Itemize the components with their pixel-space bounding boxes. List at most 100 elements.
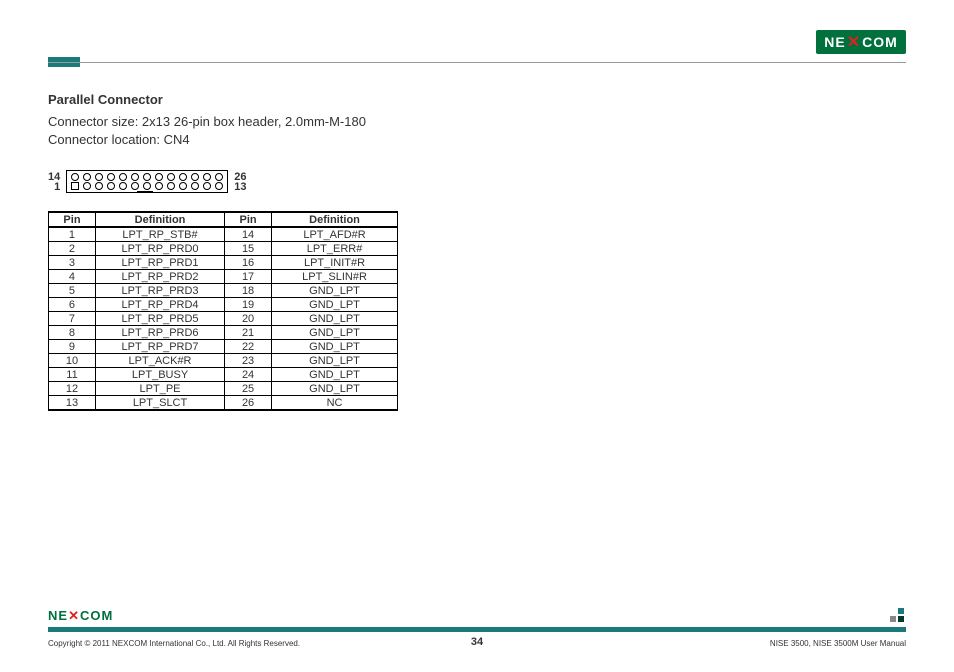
table-cell: LPT_RP_STB# [95, 227, 224, 242]
diagram-label-bottom-right: 13 [234, 182, 246, 192]
table-cell: 11 [49, 368, 96, 382]
table-cell: LPT_RP_PRD2 [95, 270, 224, 284]
table-cell: GND_LPT [272, 368, 398, 382]
header-rule [48, 62, 906, 63]
table-cell: 5 [49, 284, 96, 298]
table-cell: 4 [49, 270, 96, 284]
table-cell: 6 [49, 298, 96, 312]
section-title: Parallel Connector [48, 92, 906, 107]
table-cell: GND_LPT [272, 354, 398, 368]
table-cell: LPT_RP_PRD4 [95, 298, 224, 312]
footer-copyright: Copyright © 2011 NEXCOM International Co… [48, 639, 300, 648]
table-cell: LPT_ERR# [272, 242, 398, 256]
pin-icon [179, 173, 187, 181]
table-cell: LPT_BUSY [95, 368, 224, 382]
connector-location-line: Connector location: CN4 [48, 131, 906, 149]
table-cell: 24 [225, 368, 272, 382]
table-cell: 7 [49, 312, 96, 326]
table-cell: GND_LPT [272, 340, 398, 354]
pin-row-top [71, 173, 223, 181]
connector-box [66, 170, 228, 193]
table-cell: LPT_RP_PRD7 [95, 340, 224, 354]
table-cell: 20 [225, 312, 272, 326]
th-pin-right: Pin [225, 212, 272, 227]
pin-icon [131, 173, 139, 181]
table-row: 10LPT_ACK#R23GND_LPT [49, 354, 398, 368]
pin-icon [71, 173, 79, 181]
table-cell: 13 [49, 396, 96, 411]
table-cell: 19 [225, 298, 272, 312]
table-cell: 17 [225, 270, 272, 284]
table-row: 7LPT_RP_PRD520GND_LPT [49, 312, 398, 326]
pin-icon [191, 173, 199, 181]
table-cell: GND_LPT [272, 312, 398, 326]
table-row: 3LPT_RP_PRD116LPT_INIT#R [49, 256, 398, 270]
table-cell: LPT_SLCT [95, 396, 224, 411]
pin-icon [155, 182, 163, 190]
connector-diagram: 14 1 [48, 170, 906, 193]
table-cell: 26 [225, 396, 272, 411]
table-row: 2LPT_RP_PRD015LPT_ERR# [49, 242, 398, 256]
logo-x-icon: ✕ [68, 608, 80, 623]
table-cell: 18 [225, 284, 272, 298]
table-cell: 3 [49, 256, 96, 270]
table-cell: 12 [49, 382, 96, 396]
pin-icon [203, 173, 211, 181]
pin-icon [119, 173, 127, 181]
pin-icon [107, 182, 115, 190]
pin-icon [143, 173, 151, 181]
table-cell: LPT_AFD#R [272, 227, 398, 242]
th-pin-left: Pin [49, 212, 96, 227]
connector-size-line: Connector size: 2x13 26-pin box header, … [48, 113, 906, 131]
table-cell: 21 [225, 326, 272, 340]
table-row: 12LPT_PE25GND_LPT [49, 382, 398, 396]
table-row: 13LPT_SLCT26NC [49, 396, 398, 411]
brand-logo-footer: NE✕COM [48, 608, 113, 624]
diagram-label-bottom-left: 1 [54, 182, 60, 192]
pin-icon [155, 173, 163, 181]
footer-page-number: 34 [471, 636, 483, 648]
pin-icon [107, 173, 115, 181]
table-cell: 10 [49, 354, 96, 368]
pin-icon [131, 182, 139, 190]
pin-icon [83, 173, 91, 181]
table-cell: LPT_SLIN#R [272, 270, 398, 284]
th-def-right: Definition [272, 212, 398, 227]
table-row: 4LPT_RP_PRD217LPT_SLIN#R [49, 270, 398, 284]
table-row: 6LPT_RP_PRD419GND_LPT [49, 298, 398, 312]
table-row: 8LPT_RP_PRD621GND_LPT [49, 326, 398, 340]
pin-icon [119, 182, 127, 190]
footer-document-title: NISE 3500, NISE 3500M User Manual [770, 639, 906, 648]
table-row: 1LPT_RP_STB#14LPT_AFD#R [49, 227, 398, 242]
table-cell: LPT_PE [95, 382, 224, 396]
table-cell: GND_LPT [272, 284, 398, 298]
table-row: 11LPT_BUSY24GND_LPT [49, 368, 398, 382]
footer-rule [48, 627, 906, 632]
pin-icon [83, 182, 91, 190]
table-cell: 8 [49, 326, 96, 340]
table-cell: 2 [49, 242, 96, 256]
table-cell: GND_LPT [272, 298, 398, 312]
pin1-icon [71, 182, 79, 190]
table-cell: 22 [225, 340, 272, 354]
table-cell: 1 [49, 227, 96, 242]
pin-icon [215, 173, 223, 181]
table-cell: GND_LPT [272, 326, 398, 340]
table-cell: 25 [225, 382, 272, 396]
table-cell: LPT_RP_PRD3 [95, 284, 224, 298]
brand-logo-top: NE✕COM [816, 30, 906, 54]
pin-icon [95, 182, 103, 190]
pin-icon [191, 182, 199, 190]
table-row: 5LPT_RP_PRD318GND_LPT [49, 284, 398, 298]
pin-icon [143, 182, 151, 190]
pin-icon [179, 182, 187, 190]
table-cell: LPT_RP_PRD5 [95, 312, 224, 326]
table-cell: LPT_RP_PRD0 [95, 242, 224, 256]
table-cell: 16 [225, 256, 272, 270]
table-cell: GND_LPT [272, 382, 398, 396]
table-cell: LPT_RP_PRD6 [95, 326, 224, 340]
table-header-row: Pin Definition Pin Definition [49, 212, 398, 227]
table-row: 9LPT_RP_PRD722GND_LPT [49, 340, 398, 354]
table-cell: 15 [225, 242, 272, 256]
pin-definition-table: Pin Definition Pin Definition 1LPT_RP_ST… [48, 211, 398, 411]
